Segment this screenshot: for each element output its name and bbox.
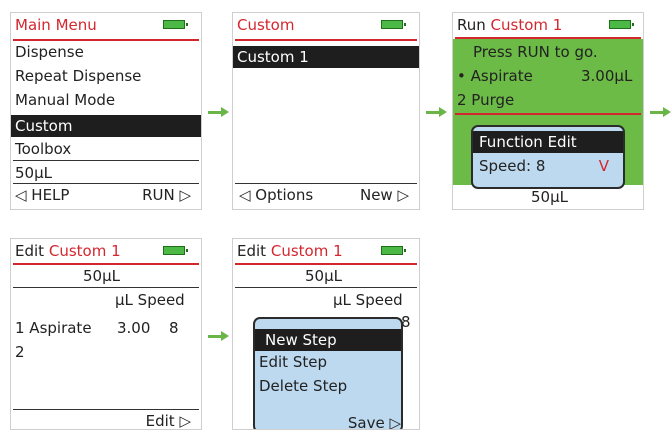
volume-readout: 50µL [305, 267, 342, 285]
edit-step-option[interactable]: Edit Step [255, 351, 401, 373]
screen-title: Edit Custom 1 [237, 241, 343, 261]
battery-icon [609, 20, 634, 29]
volume-readout: 50µL [83, 267, 120, 285]
speed-marker: V [598, 157, 609, 175]
menu-item-custom[interactable]: Custom [11, 115, 201, 137]
title-program-name: Custom 1 [48, 242, 121, 260]
menu-item-dispense[interactable]: Dispense [15, 41, 84, 63]
step-divider [455, 113, 641, 115]
new-softkey[interactable]: New ▷ [360, 185, 409, 205]
softkey-divider [13, 183, 199, 184]
edit-softkey[interactable]: Edit ▷ [146, 411, 191, 429]
delete-step-option[interactable]: Delete Step [255, 375, 401, 397]
function-edit-popup: Function Edit Speed: 8 V [471, 125, 625, 189]
step-2: 2 Purge [457, 91, 515, 109]
step-1-volume[interactable]: 3.00 [117, 317, 150, 339]
title-program-name: Custom 1 [490, 16, 563, 34]
column-header: µL Speed [333, 291, 403, 309]
title-prefix: Edit [237, 242, 267, 260]
title-prefix: Edit [15, 242, 45, 260]
column-header: µL Speed [115, 291, 185, 309]
custom-item-1[interactable]: Custom 1 [233, 46, 419, 68]
volume-divider [13, 287, 199, 288]
step-1-label[interactable]: 1 Aspirate [15, 317, 92, 339]
battery-icon [381, 246, 406, 255]
menu-item-repeat-dispense[interactable]: Repeat Dispense [15, 65, 141, 87]
custom-screen: Custom Custom 1 ◁ Options New ▷ [232, 12, 420, 210]
title-prefix: Run [457, 16, 486, 34]
battery-icon [163, 246, 188, 255]
footer-divider [13, 160, 199, 161]
step-1-name: • Aspirate [457, 67, 533, 85]
run-instruction: Press RUN to go. [473, 43, 598, 61]
volume-readout: 50µL [15, 164, 52, 182]
screen-title: Run Custom 1 [457, 15, 562, 35]
options-softkey[interactable]: ◁ Options [239, 185, 313, 205]
run-screen: Run Custom 1 Press RUN to go. • Aspirate… [452, 12, 644, 210]
new-step-option[interactable]: New Step [255, 329, 401, 351]
volume-readout: 50µL [531, 188, 568, 206]
menu-item-toolbox[interactable]: Toolbox [15, 138, 71, 160]
step-1-speed[interactable]: 8 [169, 317, 179, 339]
screen-title: Custom [237, 16, 295, 34]
edit-popup-screen: Edit Custom 1 50µL µL Speed 8 New Step E… [232, 238, 420, 430]
run-panel: Press RUN to go. • Aspirate 3.00µL 2 Pur… [453, 39, 643, 189]
main-menu-screen: Main Menu Dispense Repeat Dispense Manua… [10, 12, 202, 210]
battery-icon [381, 20, 406, 29]
softkey-divider [13, 409, 199, 410]
save-softkey[interactable]: Save ▷ [348, 413, 401, 429]
screen-title: Edit Custom 1 [15, 241, 121, 261]
title-divider [235, 39, 417, 41]
run-softkey[interactable]: RUN ▷ [142, 185, 191, 205]
title-program-name: Custom 1 [270, 242, 343, 260]
edit-screen: Edit Custom 1 50µL µL Speed 1 Aspirate 3… [10, 238, 202, 430]
screen-title: Main Menu [15, 16, 97, 34]
help-softkey[interactable]: ◁ HELP [15, 185, 69, 205]
battery-icon [163, 20, 188, 29]
softkey-divider [235, 183, 417, 184]
volume-divider [235, 287, 417, 288]
step-1-value: 3.00µL [581, 67, 633, 85]
function-edit-title: Function Edit [473, 131, 623, 153]
menu-item-manual-mode[interactable]: Manual Mode [15, 89, 115, 111]
step-2-label[interactable]: 2 [15, 341, 25, 363]
